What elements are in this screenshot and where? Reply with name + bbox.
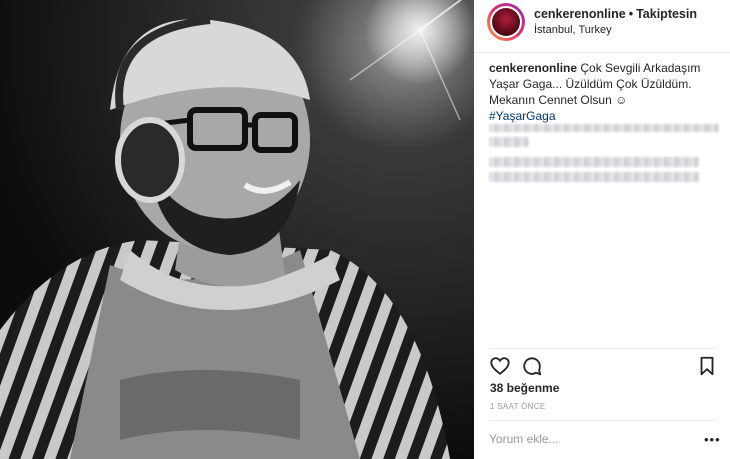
comment-input[interactable]: Yorum ekle... <box>489 432 559 446</box>
blurred-comment <box>489 137 529 147</box>
header-line: cenkerenonline • Takiptesin <box>534 7 697 21</box>
caption: cenkerenonline Çok Sevgili Arkadaşım Yaş… <box>489 60 719 124</box>
like-count[interactable]: 38 beğenme <box>490 381 559 395</box>
username-link[interactable]: cenkerenonline <box>534 7 626 21</box>
blurred-comment <box>489 157 699 167</box>
avatar-border <box>490 6 522 38</box>
blurred-comment <box>489 124 719 132</box>
heart-icon[interactable] <box>489 355 511 377</box>
location-link[interactable]: İstanbul, Turkey <box>534 24 612 36</box>
post-sidebar: cenkerenonline • Takiptesin İstanbul, Turk… <box>474 0 730 459</box>
hashtag-link[interactable]: #YaşarGaga <box>489 108 719 124</box>
avatar-image <box>492 8 520 36</box>
post-header: cenkerenonline • Takiptesin İstanbul, Turk… <box>474 0 730 53</box>
blurred-comment <box>489 172 699 182</box>
post-photo[interactable] <box>0 0 474 459</box>
follow-button[interactable]: Takiptesin <box>636 7 697 21</box>
instagram-post: cenkerenonline • Takiptesin İstanbul, Turk… <box>0 0 730 459</box>
post-photo-image <box>0 0 474 459</box>
comment-icon[interactable] <box>521 355 543 377</box>
separator-dot: • <box>628 7 634 21</box>
more-options-icon[interactable]: ••• <box>704 432 721 447</box>
caption-username[interactable]: cenkerenonline <box>489 61 577 75</box>
divider <box>489 420 717 421</box>
divider <box>489 348 717 349</box>
avatar[interactable] <box>487 3 525 41</box>
post-timestamp[interactable]: 1 SAAT ÖNCE <box>490 402 545 411</box>
bookmark-icon[interactable] <box>696 355 718 377</box>
